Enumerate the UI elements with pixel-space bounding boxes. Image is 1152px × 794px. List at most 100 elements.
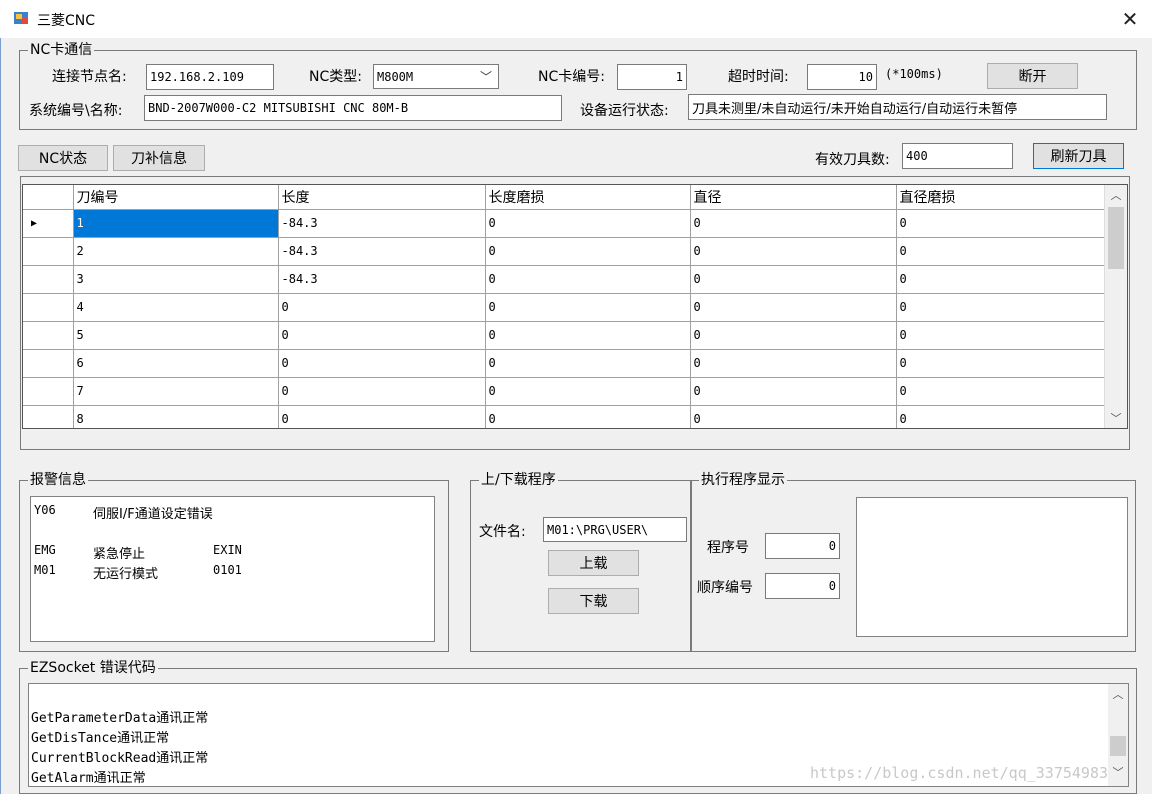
table-cell[interactable]: 0	[896, 321, 1107, 350]
list-item[interactable]: EMG 紧急停止 EXIN	[31, 543, 431, 562]
table-cell[interactable]: -84.3	[278, 265, 486, 294]
table-cell[interactable]: -84.3	[278, 237, 486, 266]
table-cell[interactable]: -84.3	[278, 209, 486, 238]
window-border	[0, 38, 1, 794]
chevron-up-icon[interactable]: ︿	[1105, 185, 1127, 205]
table-row[interactable]: 4 0 0 0 0	[23, 293, 1107, 322]
table-cell[interactable]: 0	[690, 265, 897, 294]
table-cell[interactable]: 2	[73, 237, 279, 266]
table-cell[interactable]: 0	[690, 349, 897, 378]
card-no-input[interactable]: 1	[617, 64, 687, 90]
seq-no-input[interactable]: 0	[765, 573, 840, 599]
chevron-down-icon[interactable]: ﹀	[1105, 408, 1127, 428]
row-header[interactable]	[23, 377, 74, 406]
column-header[interactable]: 直径	[690, 185, 897, 210]
download-button[interactable]: 下载	[548, 588, 639, 614]
table-cell[interactable]: 0	[485, 293, 691, 322]
tool-count-label: 有效刀具数:	[815, 152, 890, 168]
row-header[interactable]	[23, 237, 74, 266]
status-input[interactable]: 刀具未测里/未自动运行/未开始自动运行/自动运行未暂停	[688, 94, 1107, 120]
table-cell[interactable]: 0	[278, 293, 486, 322]
list-item[interactable]: M01 无运行模式 0101	[31, 563, 431, 582]
table-cell[interactable]: 0	[278, 377, 486, 406]
row-header[interactable]	[23, 405, 74, 428]
file-name-input[interactable]: M01:\PRG\USER\	[543, 517, 687, 542]
chevron-up-icon[interactable]: ︿	[1108, 686, 1128, 704]
table-cell[interactable]: 0	[278, 349, 486, 378]
table-cell[interactable]: 0	[690, 321, 897, 350]
timeout-input[interactable]: 10	[807, 64, 877, 90]
log-scrollbar[interactable]: ︿ ﹀	[1108, 684, 1128, 786]
table-cell[interactable]: 0	[485, 321, 691, 350]
table-cell[interactable]: 0	[896, 265, 1107, 294]
list-item[interactable]: Y06 伺服I/F通道设定错误	[31, 503, 431, 522]
table-cell[interactable]: 0	[278, 405, 486, 428]
table-cell[interactable]: 0	[896, 349, 1107, 378]
row-header[interactable]	[23, 349, 74, 378]
table-cell[interactable]: 0	[485, 377, 691, 406]
log-line: CurrentBlockRead通讯正常	[31, 751, 209, 766]
table-cell[interactable]: 3	[73, 265, 279, 294]
table-cell[interactable]: 0	[485, 209, 691, 238]
row-header[interactable]	[23, 265, 74, 294]
table-cell[interactable]: 0	[690, 293, 897, 322]
table-row[interactable]: 5 0 0 0 0	[23, 321, 1107, 350]
nctype-select[interactable]: M800M ﹀	[373, 64, 499, 89]
node-input[interactable]: 192.168.2.109	[146, 64, 274, 90]
timeout-label: 超时时间:	[728, 69, 789, 85]
column-header[interactable]: 长度磨损	[485, 185, 691, 210]
prog-no-input[interactable]: 0	[765, 533, 840, 559]
table-cell[interactable]: 0	[485, 265, 691, 294]
table-cell[interactable]: 0	[690, 209, 897, 238]
table-cell[interactable]: 0	[896, 405, 1107, 428]
row-header[interactable]	[23, 321, 74, 350]
table-row[interactable]: 3 -84.3 0 0 0	[23, 265, 1107, 294]
chevron-down-icon[interactable]: ﹀	[480, 68, 492, 85]
table-row[interactable]: 8 0 0 0 0	[23, 405, 1107, 428]
column-header[interactable]: 长度	[278, 185, 486, 210]
title-bar	[0, 0, 1152, 38]
alarm-code: Y06	[34, 503, 56, 517]
refresh-tools-button[interactable]: 刷新刀具	[1033, 143, 1124, 169]
table-cell[interactable]: 0	[896, 293, 1107, 322]
sysname-input[interactable]: BND-2007W000-C2 MITSUBISHI CNC 80M-B	[144, 95, 562, 121]
tab-tool-offset[interactable]: 刀补信息	[113, 145, 205, 171]
upload-button[interactable]: 上载	[548, 550, 639, 576]
table-cell[interactable]: 5	[73, 321, 279, 350]
table-row[interactable]: 2 -84.3 0 0 0	[23, 237, 1107, 266]
alarm-extra: EXIN	[213, 543, 242, 557]
table-cell[interactable]: 0	[690, 377, 897, 406]
row-header[interactable]	[23, 293, 74, 322]
table-cell[interactable]: 7	[73, 377, 279, 406]
table-cell[interactable]: 1	[73, 209, 279, 238]
tab-nc-status[interactable]: NC状态	[18, 145, 108, 171]
tool-grid[interactable]: 刀编号 长度 长度磨损 直径 直径磨损 ▶ 1 -84.3 0 0 0 2 -8…	[22, 184, 1128, 429]
scrollbar-thumb[interactable]	[1110, 736, 1126, 756]
column-header[interactable]: 刀编号	[73, 185, 279, 210]
table-row[interactable]: ▶ 1 -84.3 0 0 0	[23, 209, 1107, 238]
grid-scrollbar[interactable]: ︿ ﹀	[1104, 185, 1127, 428]
table-cell[interactable]: 0	[485, 349, 691, 378]
table-cell[interactable]: 0	[690, 405, 897, 428]
chevron-down-icon[interactable]: ﹀	[1108, 764, 1128, 782]
table-cell[interactable]: 0	[690, 237, 897, 266]
table-cell[interactable]: 0	[485, 237, 691, 266]
alarm-list[interactable]: Y06 伺服I/F通道设定错误 EMG 紧急停止 EXIN M01 无运行模式 …	[30, 496, 435, 642]
table-row[interactable]: 6 0 0 0 0	[23, 349, 1107, 378]
table-cell[interactable]: 0	[896, 209, 1107, 238]
table-cell[interactable]: 6	[73, 349, 279, 378]
close-icon[interactable]: ✕	[1114, 4, 1146, 34]
disconnect-button[interactable]: 断开	[987, 63, 1078, 89]
scrollbar-thumb[interactable]	[1108, 207, 1124, 269]
table-cell[interactable]: 8	[73, 405, 279, 428]
program-text-area[interactable]	[856, 497, 1128, 637]
table-cell[interactable]: 0	[278, 321, 486, 350]
table-cell[interactable]: 0	[485, 405, 691, 428]
tool-count-input[interactable]: 400	[902, 143, 1013, 169]
row-indicator-icon[interactable]: ▶	[23, 209, 74, 238]
column-header[interactable]: 直径磨损	[896, 185, 1107, 210]
table-cell[interactable]: 0	[896, 377, 1107, 406]
table-cell[interactable]: 4	[73, 293, 279, 322]
table-row[interactable]: 7 0 0 0 0	[23, 377, 1107, 406]
table-cell[interactable]: 0	[896, 237, 1107, 266]
